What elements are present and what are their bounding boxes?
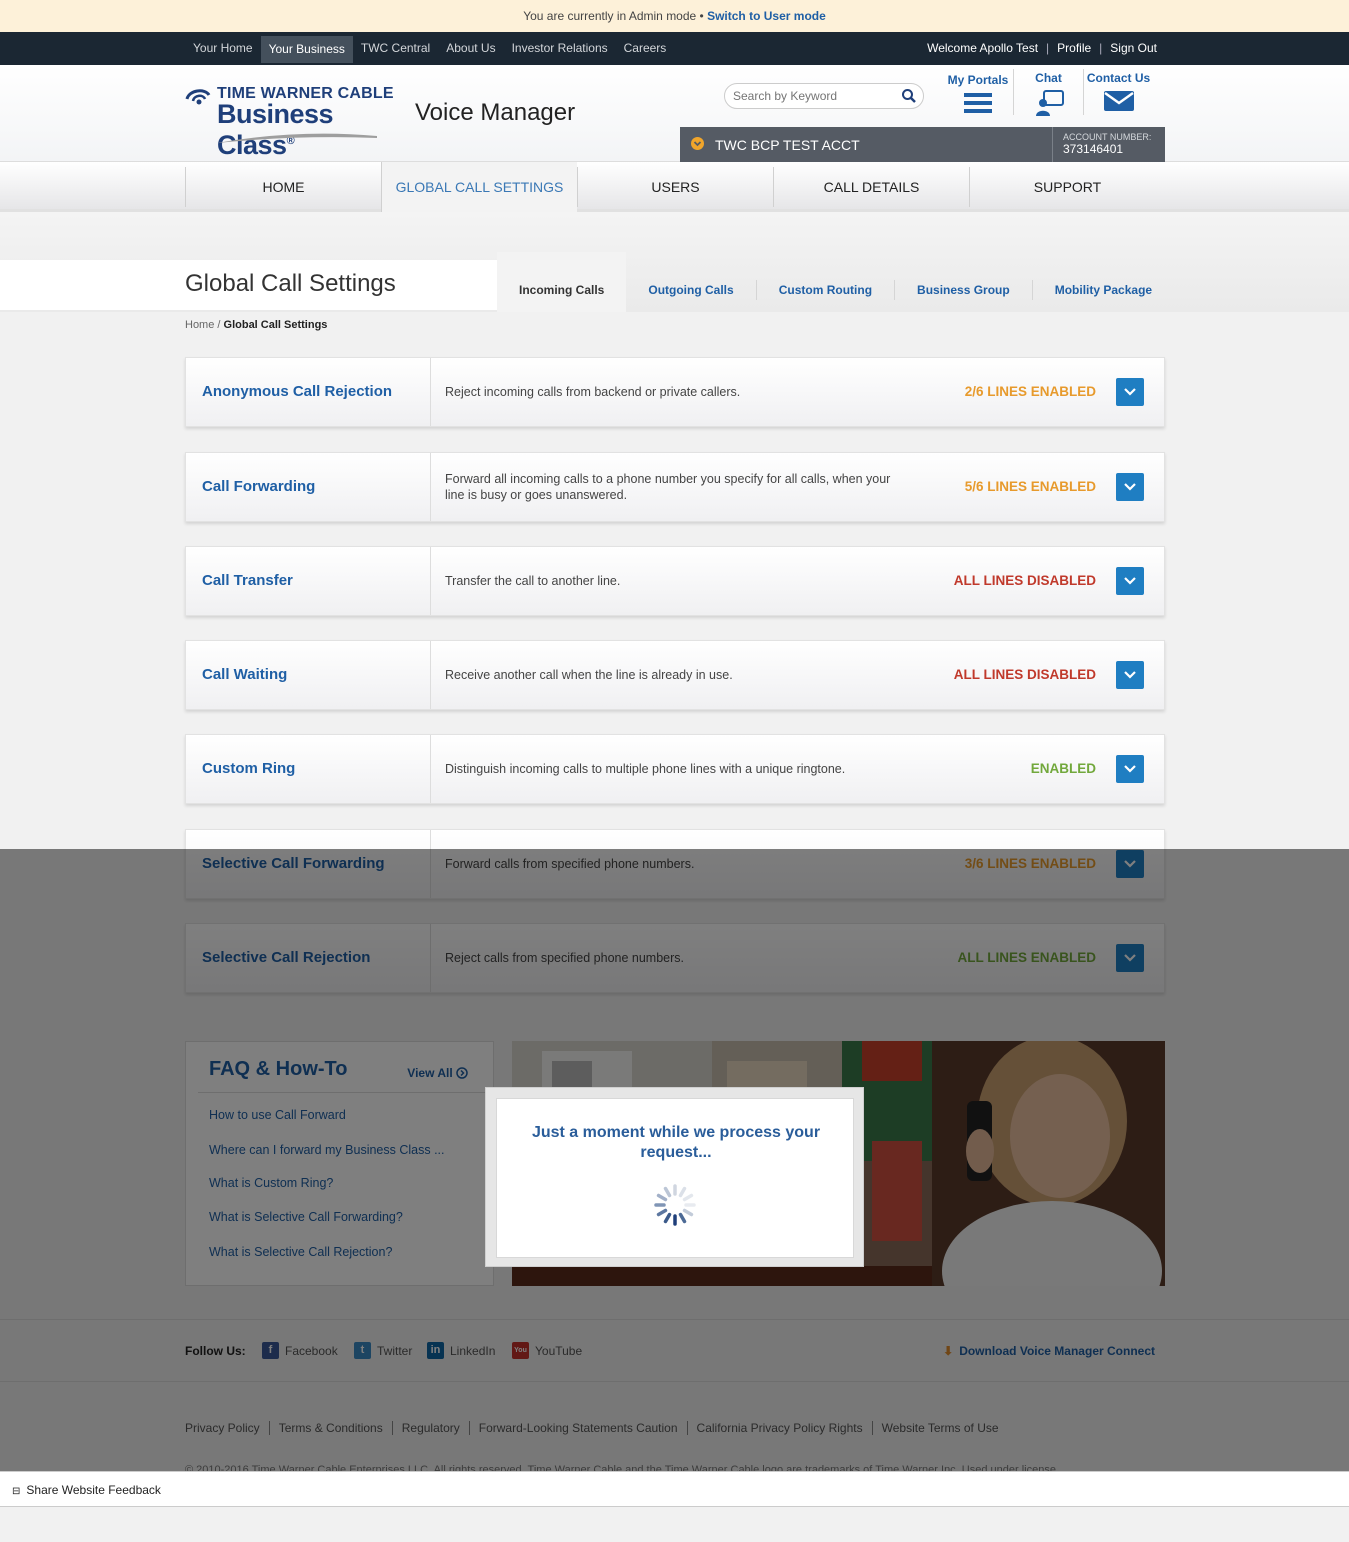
admin-mode-text: You are currently in Admin mode • [523,9,704,23]
my-portals-label: My Portals [947,73,1009,87]
breadcrumb: Home / Global Call Settings [185,319,328,331]
chevron-down-icon [1124,483,1136,491]
expand-button[interactable] [1116,567,1144,595]
product-title: Voice Manager [415,99,576,126]
chat-label: Chat [1035,71,1062,85]
chevron-down-icon [1124,671,1136,679]
feature-name[interactable]: Call Forwarding [186,453,431,521]
main-navigation: HOME GLOBAL CALL SETTINGS USERS CALL DET… [0,162,1349,212]
feature-status: ENABLED [1030,761,1096,776]
top-nav-links: Your Home Your Business TWC Central Abou… [185,32,674,65]
account-selector[interactable]: TWC BCP TEST ACCT ACCOUNT NUMBER: 373146… [680,127,1165,162]
tab-incoming-calls[interactable]: Incoming Calls [497,252,627,312]
my-portals-link[interactable]: My Portals [943,69,1013,115]
account-name: TWC BCP TEST ACCT [715,137,860,153]
switch-user-mode-link[interactable]: Switch to User mode [707,9,826,23]
feature-name[interactable]: Custom Ring [186,735,431,803]
feature-description: Forward all incoming calls to a phone nu… [445,472,891,502]
expand-icon: ⊟ [12,1486,21,1497]
feature-status: ALL LINES DISABLED [953,573,1096,588]
feature-description: Receive another call when the line is al… [445,668,733,682]
page-header: Global Call Settings Incoming Calls Outg… [0,212,1349,312]
expand-button[interactable] [1116,378,1144,406]
feedback-bar[interactable]: ⊟ Share Website Feedback [0,1471,1349,1507]
page-title: Global Call Settings [185,270,396,297]
spinner-icon [654,1184,696,1226]
search-icon[interactable] [901,88,917,104]
tab-custom-routing[interactable]: Custom Routing [755,280,894,300]
menu-icon [964,93,992,113]
twc-business-class-logo[interactable]: TIME WARNER CABLE Business Class® [185,85,405,160]
profile-link[interactable]: Profile [1049,32,1099,65]
mail-icon [1103,91,1134,111]
tab-mobility-package[interactable]: Mobility Package [1031,280,1174,300]
sign-out-link[interactable]: Sign Out [1102,32,1165,65]
chevron-down-icon [1124,388,1136,396]
twc-eye-icon [185,89,211,105]
feature-description: Reject incoming calls from backend or pr… [445,385,741,399]
contact-us-label: Contact Us [1086,71,1151,85]
breadcrumb-home[interactable]: Home [185,319,214,331]
expand-button[interactable] [1116,755,1144,783]
expand-button[interactable] [1116,661,1144,689]
tab-business-group[interactable]: Business Group [894,280,1032,300]
feature-status: ALL LINES DISABLED [953,667,1096,682]
tab-outgoing-calls[interactable]: Outgoing Calls [626,280,755,300]
feature-description: Distinguish incoming calls to multiple p… [445,762,846,776]
account-number-label: ACCOUNT NUMBER: [1063,132,1152,142]
chat-link[interactable]: Chat [1013,69,1083,116]
search-box [724,83,924,109]
user-links: Welcome Apollo Test | Profile | Sign Out [919,32,1165,65]
feature-row: Call Forwarding Forward all incoming call… [185,452,1165,522]
account-number: 373146401 [1063,142,1124,156]
feature-name[interactable]: Call Transfer [186,547,431,615]
top-navigation: Your Home Your Business TWC Central Abou… [0,32,1349,65]
top-nav-your-business[interactable]: Your Business [260,36,353,63]
top-nav-careers[interactable]: Careers [616,32,675,65]
feature-status: 5/6 LINES ENABLED [964,479,1096,494]
nav-users[interactable]: USERS [577,167,773,207]
top-nav-your-home[interactable]: Your Home [185,32,261,65]
chevron-down-icon [691,137,704,150]
feedback-label: Share Website Feedback [26,1483,161,1497]
feature-description: Transfer the call to another line. [445,574,621,588]
account-number-box: ACCOUNT NUMBER: 373146401 [1052,127,1151,162]
nav-call-details[interactable]: CALL DETAILS [773,167,969,207]
search-input[interactable] [733,89,893,103]
chevron-down-icon [1124,765,1136,773]
admin-mode-bar: You are currently in Admin mode • Switch… [0,0,1349,32]
feature-name[interactable]: Anonymous Call Rejection [186,358,431,426]
contact-us-link[interactable]: Contact Us [1083,69,1153,115]
chat-icon [1035,90,1064,116]
site-header: TIME WARNER CABLE Business Class® Voice … [0,65,1349,162]
breadcrumb-current: Global Call Settings [223,319,328,331]
top-nav-about-us[interactable]: About Us [438,32,503,65]
nav-support[interactable]: SUPPORT [969,167,1165,207]
chevron-down-icon [1124,577,1136,585]
feature-row: Anonymous Call Rejection Reject incoming … [185,357,1165,427]
feature-row: Custom Ring Distinguish incoming calls to… [185,734,1165,804]
feature-name[interactable]: Call Waiting [186,641,431,709]
feature-status: 2/6 LINES ENABLED [964,384,1096,399]
top-nav-investor-relations[interactable]: Investor Relations [504,32,616,65]
settings-tabs: Incoming Calls Outgoing Calls Custom Rou… [497,252,1174,312]
welcome-text: Welcome Apollo Test [927,41,1039,55]
loading-dialog: Just a moment while we process your requ… [485,1087,864,1267]
nav-global-call-settings[interactable]: GLOBAL CALL SETTINGS [381,162,577,212]
nav-home[interactable]: HOME [185,167,381,207]
expand-button[interactable] [1116,473,1144,501]
loading-message: Just a moment while we process your requ… [531,1124,821,1161]
top-nav-twc-central[interactable]: TWC Central [353,32,438,65]
logo-text-business-class: Business Class® [217,99,334,160]
header-links: My Portals Chat Contact Us [943,69,1153,116]
feature-row: Call Transfer Transfer the call to anothe… [185,546,1165,616]
feature-row: Call Waiting Receive another call when th… [185,640,1165,710]
logo-swoosh [217,133,377,143]
